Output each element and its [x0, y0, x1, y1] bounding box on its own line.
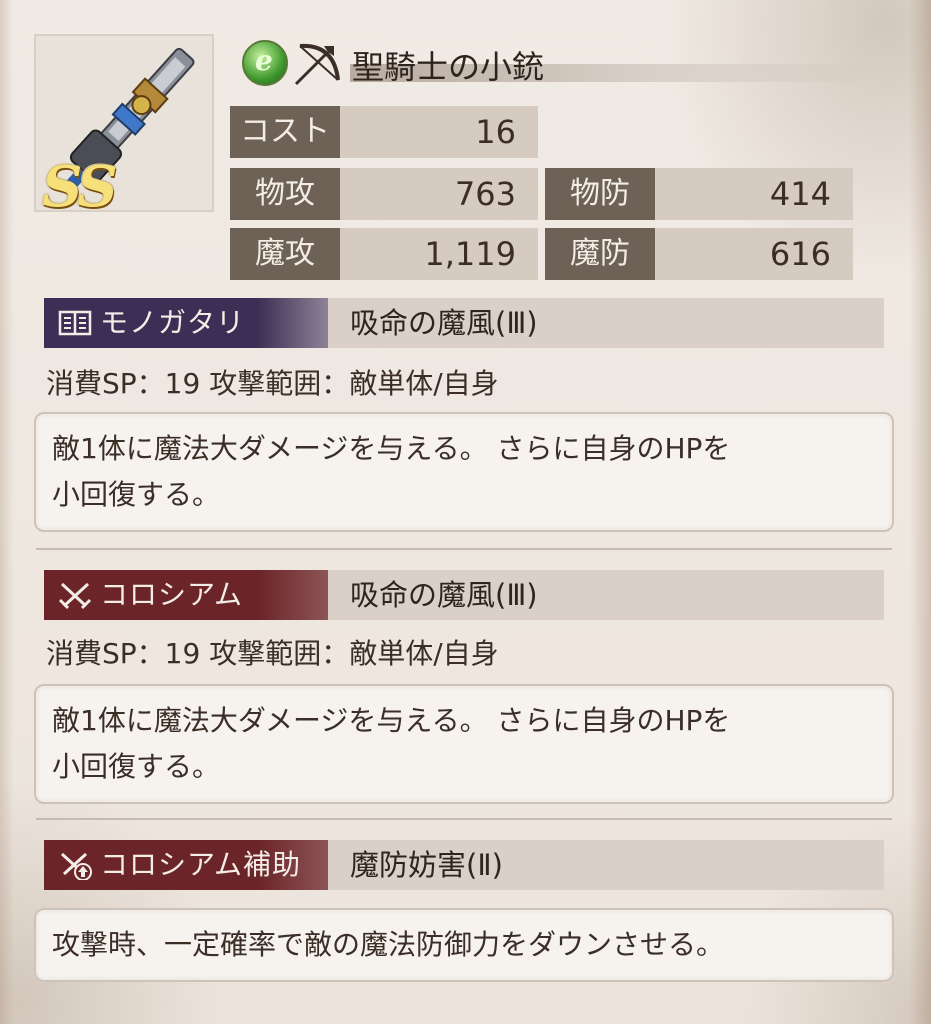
section-tag-label: モノガタリ	[100, 306, 246, 339]
skill-description: 攻撃時、一定確率で敵の魔法防御力をダウンさせる。	[34, 908, 894, 982]
stat-label: コスト	[230, 106, 340, 158]
section-tag-label: コロシアム補助	[100, 848, 302, 881]
book-icon	[58, 310, 92, 336]
description-line: 小回復する。	[52, 478, 221, 511]
skill-name-bar: 魔防妨害(Ⅱ)	[328, 840, 884, 890]
stat-value: 763	[454, 175, 516, 213]
item-name: 聖騎士の小銃	[352, 48, 545, 86]
section-tag-label: コロシアム	[100, 578, 244, 611]
skill-name-bar: 吸命の魔風(Ⅲ)	[328, 570, 884, 620]
stat-cost: コスト 16	[230, 106, 538, 158]
stat-mag-atk: 魔攻 1,119	[230, 228, 538, 280]
skill-description: 敵1体に魔法大ダメージを与える。 さらに自身のHPを 小回復する。	[34, 684, 894, 804]
item-image: SS	[34, 34, 214, 220]
stat-phys-atk: 物攻 763	[230, 168, 538, 220]
skill-name: 吸命の魔風(Ⅲ)	[350, 306, 538, 340]
stat-mag-def: 魔防 616	[545, 228, 853, 280]
stat-value: 1,119	[424, 235, 516, 273]
paper-edge	[0, 0, 14, 1024]
skill-section-colosseum-support: コロシアム補助 魔防妨害(Ⅱ)	[44, 840, 884, 890]
skill-meta: 消費SP：19 攻撃範囲：敵単体/自身	[46, 637, 499, 670]
stat-value: 616	[769, 235, 831, 273]
divider	[36, 818, 892, 820]
skill-description: 敵1体に魔法大ダメージを与える。 さらに自身のHPを 小回復する。	[34, 412, 894, 532]
skill-section-story: モノガタリ 吸命の魔風(Ⅲ)	[44, 298, 884, 348]
description-line: 攻撃時、一定確率で敵の魔法防御力をダウンさせる。	[52, 928, 725, 961]
stat-label: 物攻	[230, 168, 340, 220]
stat-label: 魔防	[545, 228, 655, 280]
skill-name-bar: 吸命の魔風(Ⅲ)	[328, 298, 884, 348]
wind-element-icon: e	[242, 40, 288, 86]
stat-phys-def: 物防 414	[545, 168, 853, 220]
colosseum-tag: コロシアム	[44, 570, 328, 620]
bow-icon	[294, 43, 340, 86]
skill-meta: 消費SP：19 攻撃範囲：敵単体/自身	[46, 367, 499, 400]
colosseum-support-tag: コロシアム補助	[44, 840, 328, 890]
description-line: 敵1体に魔法大ダメージを与える。 さらに自身のHPを	[52, 704, 731, 737]
rarity-badge: SS	[42, 154, 118, 220]
crossed-swords-up-icon	[60, 852, 92, 880]
paper-edge	[909, 0, 931, 1024]
item-title-row: e 聖騎士の小銃	[240, 34, 930, 92]
skill-name: 魔防妨害(Ⅱ)	[350, 848, 503, 882]
stat-value: 16	[475, 113, 516, 151]
stat-label: 魔攻	[230, 228, 340, 280]
crossed-swords-icon	[58, 582, 92, 610]
stat-label: 物防	[545, 168, 655, 220]
skill-name: 吸命の魔風(Ⅲ)	[350, 578, 538, 612]
story-tag: モノガタリ	[44, 298, 328, 348]
stat-value: 414	[769, 175, 831, 213]
divider	[36, 548, 892, 550]
description-line: 敵1体に魔法大ダメージを与える。 さらに自身のHPを	[52, 432, 731, 465]
skill-section-colosseum: コロシアム 吸命の魔風(Ⅲ)	[44, 570, 884, 620]
description-line: 小回復する。	[52, 750, 221, 783]
